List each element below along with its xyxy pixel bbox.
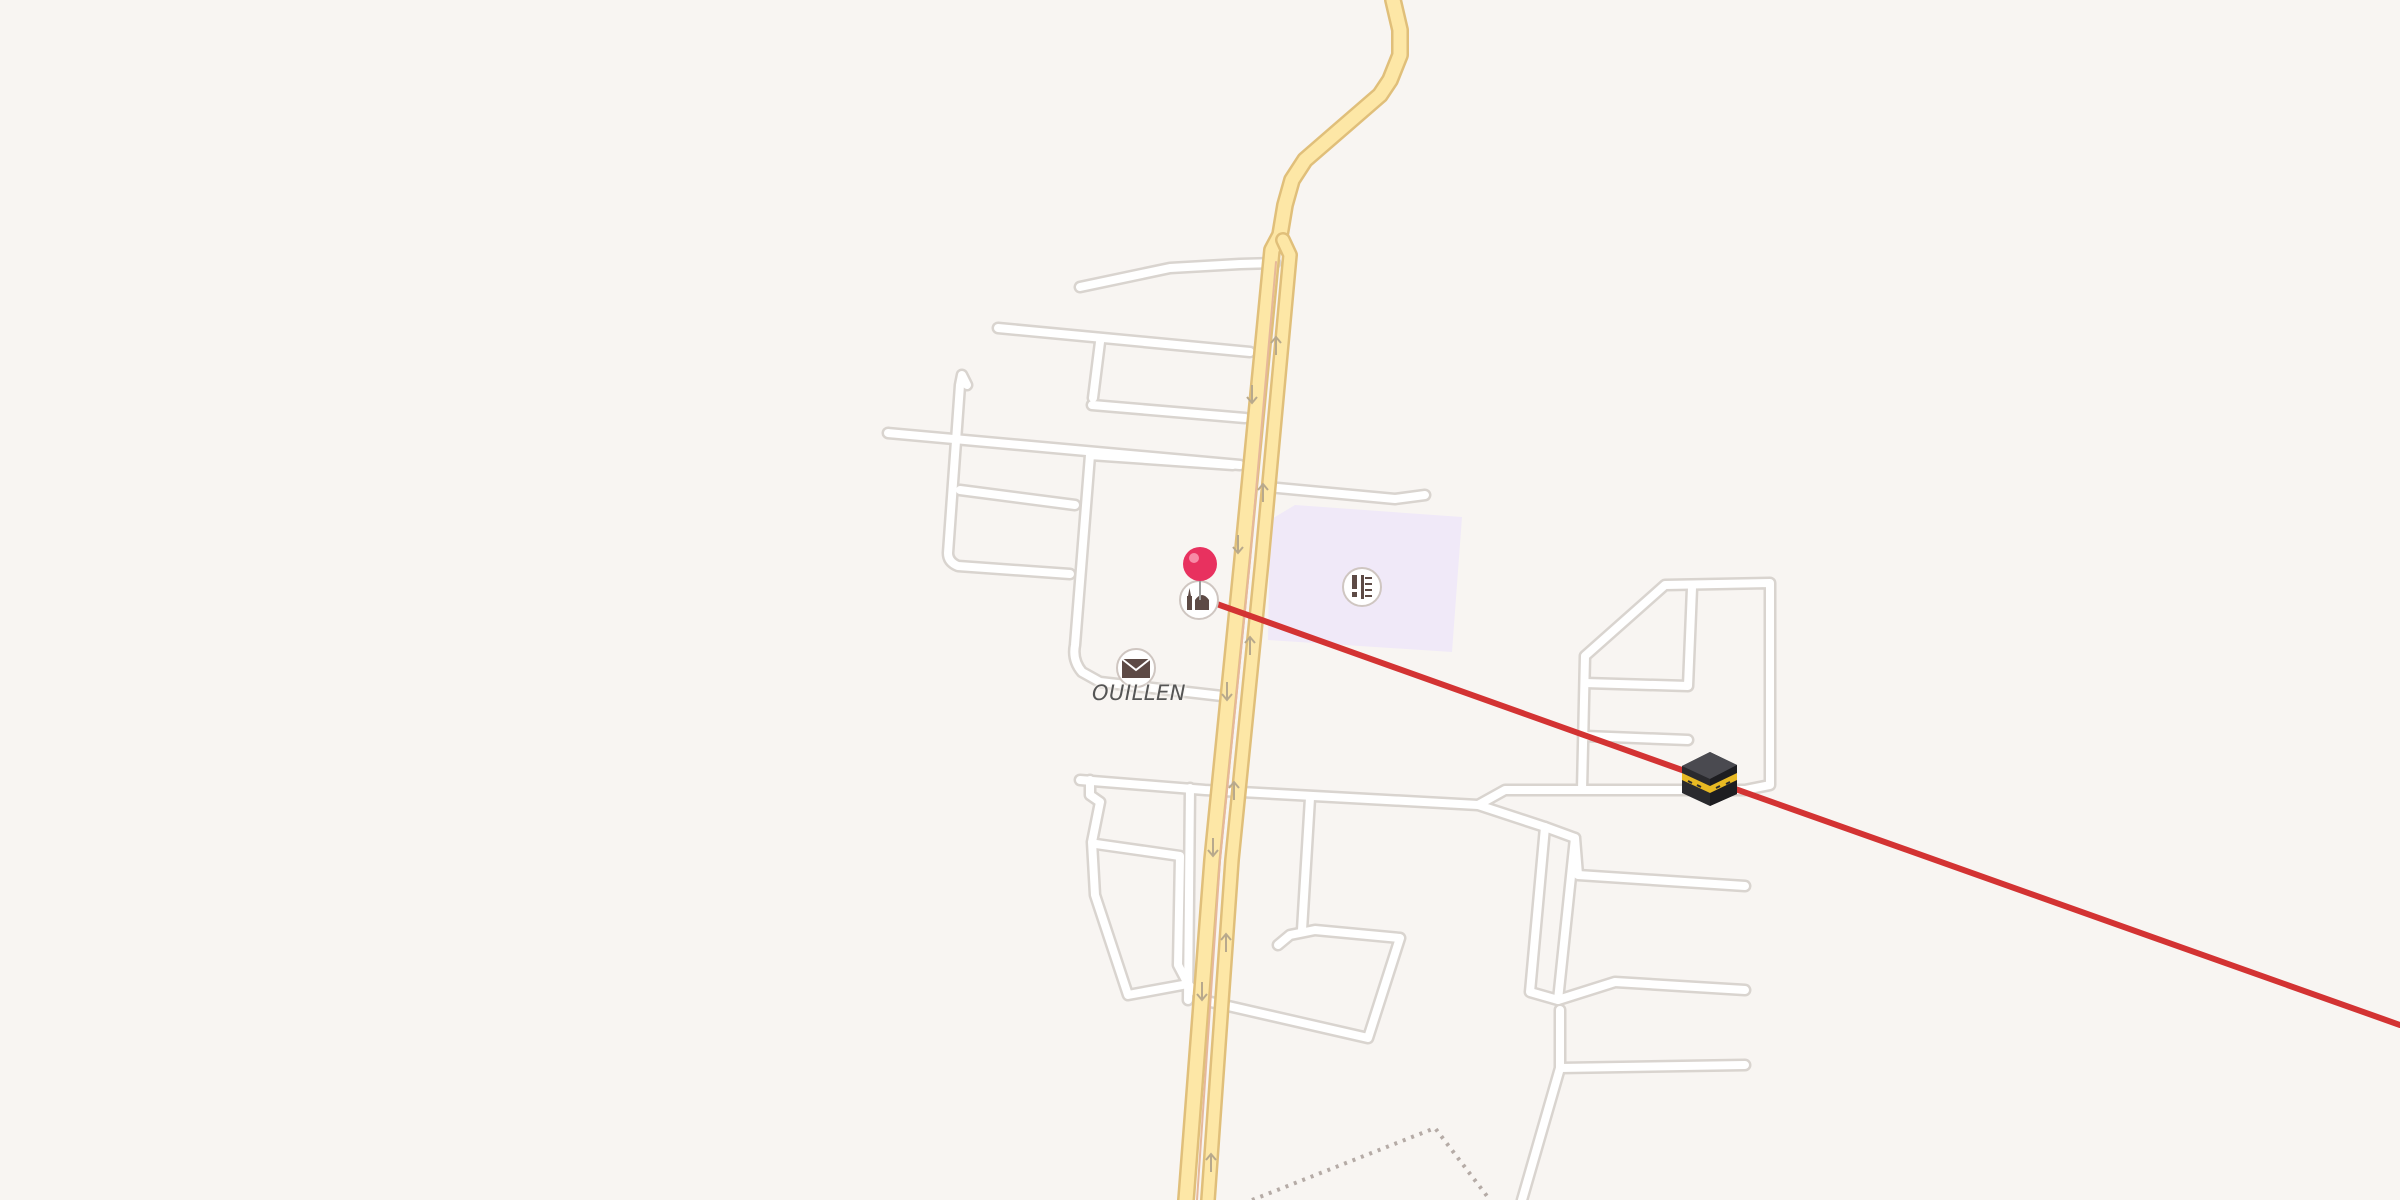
kaaba-icon[interactable] [1682, 752, 1737, 806]
dotted-path [1251, 1125, 1492, 1200]
school-icon[interactable] [1342, 567, 1382, 607]
map-canvas[interactable] [0, 0, 2400, 1200]
place-label: OUILLEN [1092, 681, 1186, 705]
route-line [1197, 595, 2400, 1028]
minor-roads [881, 256, 1777, 1200]
